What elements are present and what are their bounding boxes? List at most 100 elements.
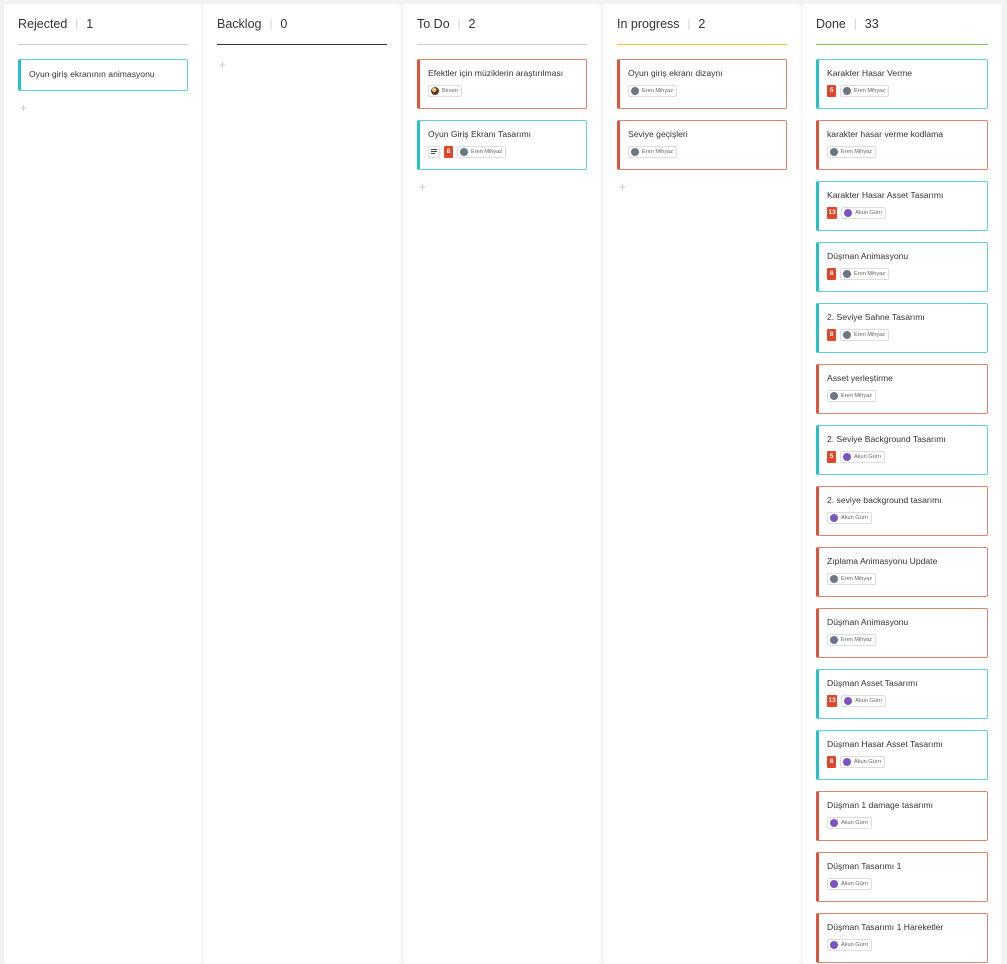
- add-card-button[interactable]: +: [219, 59, 229, 71]
- kanban-board: Rejected | 1 Oyun giriş ekranının animasyon…: [0, 0, 1007, 964]
- story-points-badge: 8: [444, 145, 453, 158]
- add-card-button[interactable]: +: [419, 181, 429, 193]
- task-card[interactable]: Asset yerleştirme Eren Mihyaz: [816, 364, 988, 414]
- assignee-chip[interactable]: Akun Gürrı: [841, 206, 887, 219]
- column-separator: |: [687, 18, 691, 30]
- description-icon: [428, 145, 440, 158]
- task-card[interactable]: Düşman Animasyonu 8 Eren Mihyaz: [816, 242, 988, 292]
- add-card-button[interactable]: +: [619, 181, 629, 193]
- assignee-chip[interactable]: Eren Mihyaz: [827, 572, 877, 585]
- task-card[interactable]: Düşman Animasyonu Eren Mihyaz: [816, 608, 988, 658]
- avatar: [830, 635, 838, 644]
- assignee-chip[interactable]: Akun Gürrı: [827, 511, 873, 524]
- avatar: [843, 330, 851, 339]
- card-meta: Eren Mihyaz: [827, 389, 979, 402]
- assignee-chip[interactable]: Birsen: [428, 84, 462, 97]
- assignee-chip[interactable]: Eren Mihyaz: [840, 328, 890, 341]
- avatar: [830, 818, 838, 827]
- column-separator: |: [269, 18, 273, 30]
- avatar: [844, 696, 853, 705]
- task-card[interactable]: Oyun giriş ekranının animasyonu: [18, 59, 188, 91]
- assignee-name: Eren Mihyaz: [854, 87, 886, 94]
- assignee-name: Akun Gürrı: [841, 941, 869, 948]
- assignee-chip[interactable]: Eren Mihyaz: [840, 267, 890, 280]
- column-title: Backlog: [217, 17, 262, 31]
- assignee-chip[interactable]: Akun Gürrı: [827, 938, 873, 951]
- story-points-badge: 8: [827, 267, 836, 280]
- assignee-chip[interactable]: Eren Mihyaz: [840, 84, 890, 97]
- task-card[interactable]: Düşman Asset Tasarımı 13 Akun Gürrı: [816, 669, 988, 719]
- card-title: Oyun Giriş Ekranı Tasarımı: [428, 129, 531, 139]
- assignee-chip[interactable]: Akun Gürrı: [840, 755, 886, 768]
- column-done: Done | 33 Karakter Hasar Verme 5 Eren Mihyaz k…: [802, 4, 1002, 964]
- card-title: Seviye geçişleri: [628, 129, 688, 139]
- card-title: Zıplama Animasyonu Update: [827, 556, 938, 566]
- assignee-chip[interactable]: Eren Mihyaz: [827, 145, 877, 158]
- card-meta: 8 Akun Gürrı: [827, 755, 979, 768]
- card-meta: Akun Gürrı: [827, 938, 979, 951]
- column-header: Rejected | 1: [18, 4, 188, 45]
- assignee-chip[interactable]: Eren Mihyaz: [628, 145, 678, 158]
- card-meta: Eren Mihyaz: [628, 145, 778, 158]
- add-card-button[interactable]: +: [20, 102, 30, 114]
- card-title: Oyun giriş ekranı dizaynı: [628, 68, 723, 78]
- card-title: Düşman Hasar Asset Tasarımı: [827, 739, 943, 749]
- task-card[interactable]: Seviye geçişleri Eren Mihyaz: [617, 120, 787, 170]
- assignee-chip[interactable]: Eren Mihyaz: [827, 389, 877, 402]
- assignee-name: Akun Gürrı: [841, 819, 869, 826]
- card-meta: Eren Mihyaz: [827, 572, 979, 585]
- column-separator: |: [853, 18, 857, 30]
- assignee-name: Eren Mihyaz: [841, 636, 873, 643]
- column-title: In progress: [617, 17, 680, 31]
- task-card[interactable]: Zıplama Animasyonu Update Eren Mihyaz: [816, 547, 988, 597]
- assignee-name: Akun Gürrı: [841, 880, 869, 887]
- avatar: [830, 574, 838, 583]
- column-count: 0: [280, 17, 288, 31]
- task-card[interactable]: Karakter Hasar Asset Tasarımı 13 Akun Gürr…: [816, 181, 988, 231]
- card-title: Düşman Tasarımı 1: [827, 861, 902, 871]
- assignee-name: Birsen: [442, 87, 458, 94]
- task-card[interactable]: Oyun giriş ekranı dizaynı Eren Mihyaz: [617, 59, 787, 109]
- avatar: [830, 513, 838, 522]
- task-card[interactable]: karakter hasar verme kodlama Eren Mihyaz: [816, 120, 988, 170]
- task-card[interactable]: Karakter Hasar Verme 5 Eren Mihyaz: [816, 59, 988, 109]
- story-points-badge: 8: [827, 328, 836, 341]
- task-card[interactable]: 2. seviye background tasarımı Akun Gürrı: [816, 486, 988, 536]
- assignee-chip[interactable]: Eren Mihyaz: [628, 84, 678, 97]
- card-meta: Akun Gürrı: [827, 511, 979, 524]
- story-points-badge: 13: [827, 206, 838, 219]
- task-card[interactable]: Düşman Tasarımı 1 Hareketler Akun Gürrı: [816, 913, 988, 963]
- avatar: [830, 879, 838, 888]
- card-meta: 8 Eren Mihyaz: [428, 145, 578, 158]
- task-card[interactable]: Düşman Tasarımı 1 Akun Gürrı: [816, 852, 988, 902]
- task-card[interactable]: Düşman Hasar Asset Tasarımı 8 Akun Gürrı: [816, 730, 988, 780]
- card-title: karakter hasar verme kodlama: [827, 129, 944, 139]
- assignee-chip[interactable]: Akun Gürrı: [827, 816, 873, 829]
- task-card[interactable]: 2. Seviye Background Tasarımı 5 Akun Gürrı: [816, 425, 988, 475]
- card-meta: 13 Akun Gürrı: [827, 206, 979, 219]
- task-card[interactable]: Düşman 1 damage tasarımı Akun Gürrı: [816, 791, 988, 841]
- card-meta: Akun Gürrı: [827, 816, 979, 829]
- task-card[interactable]: Oyun Giriş Ekranı Tasarımı 8 Eren Mihyaz: [417, 120, 587, 170]
- column-title: Done: [816, 17, 846, 31]
- task-card[interactable]: Efektler için müziklerin araştırılması Bi…: [417, 59, 587, 109]
- column-title: Rejected: [18, 17, 68, 31]
- assignee-chip[interactable]: Akun Gürrı: [827, 877, 873, 890]
- column-separator: |: [75, 18, 79, 30]
- assignee-chip[interactable]: Akun Gürrı: [840, 450, 886, 463]
- assignee-chip[interactable]: Akun Gürrı: [841, 694, 887, 707]
- card-meta: 5 Eren Mihyaz: [827, 84, 979, 97]
- assignee-chip[interactable]: Eren Mihyaz: [827, 633, 877, 646]
- card-meta: Akun Gürrı: [827, 877, 979, 890]
- card-title: Düşman Animasyonu: [827, 251, 909, 261]
- assignee-chip[interactable]: Eren Mihyaz: [457, 145, 507, 158]
- card-title: 2. seviye background tasarımı: [827, 495, 942, 505]
- column-count: 1: [86, 17, 94, 31]
- avatar: [830, 940, 838, 949]
- task-card[interactable]: 2. Seviye Sahne Tasarımı 8 Eren Mihyaz: [816, 303, 988, 353]
- card-title: Asset yerleştirme: [827, 373, 893, 383]
- column-count: 2: [698, 17, 706, 31]
- card-title: Efektler için müziklerin araştırılması: [428, 68, 564, 78]
- avatar: [843, 452, 851, 461]
- assignee-name: Eren Mihyaz: [841, 148, 873, 155]
